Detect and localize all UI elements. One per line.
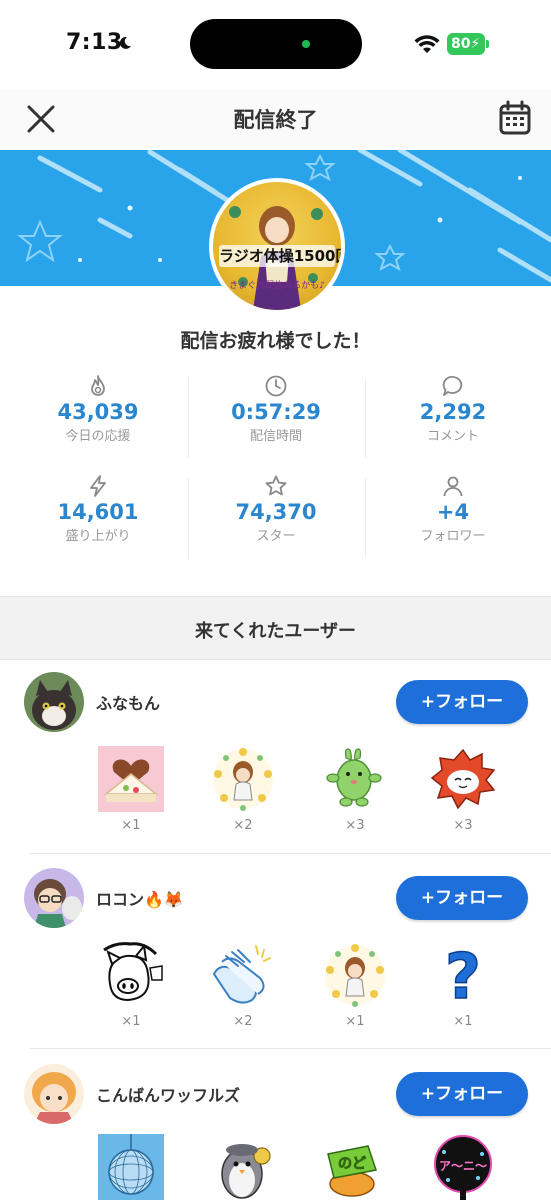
gift-item — [96, 1134, 166, 1200]
character-avatar-icon — [24, 868, 84, 928]
battery-level: 80 — [451, 36, 471, 52]
gift-item: ア〜ニ〜 — [428, 1134, 498, 1200]
follow-button[interactable]: +フォロー — [396, 1072, 528, 1116]
page-title: 配信終了 — [233, 108, 318, 132]
gift-count: ×3 — [453, 818, 473, 833]
clapping-hands-icon — [212, 945, 271, 1004]
gift-item — [208, 1134, 278, 1200]
follow-button[interactable]: +フォロー — [396, 876, 528, 920]
flame-icon — [91, 375, 105, 396]
divider — [30, 853, 551, 854]
user-avatar[interactable] — [24, 1064, 84, 1124]
gift-count: ×1 — [345, 1014, 365, 1029]
cake-heart-icon — [98, 746, 164, 812]
header: 配信終了 — [0, 90, 551, 148]
question-mark-icon: ? — [444, 940, 481, 1010]
battery-indicator: 80⚡ — [447, 33, 485, 55]
calendar-icon[interactable] — [498, 100, 532, 136]
star-icon — [265, 475, 287, 496]
dynamic-island — [190, 19, 362, 69]
gift-count: ×1 — [453, 1014, 473, 1029]
stat-value: +4 — [436, 500, 470, 524]
stream-stats: 43,039 今日の応援 0:57:29 配信時間 2,292 コメント 14,… — [0, 366, 551, 572]
character-wreath-icon — [325, 944, 385, 1007]
clock-icon — [265, 375, 287, 397]
penguin-icon — [221, 1144, 271, 1199]
cat-avatar-icon — [24, 672, 84, 732]
stat-comments: 2,292 コメント — [361, 366, 545, 466]
gift-item: ×3 — [320, 744, 390, 844]
stat-label: フォロワー — [420, 529, 486, 544]
pig-sign-icon — [103, 942, 163, 1002]
lightning-icon — [90, 475, 106, 497]
green-mascot-icon — [326, 748, 382, 807]
gift-count: ×3 — [345, 818, 365, 833]
gift-item: ? ×1 — [428, 940, 498, 1040]
comment-icon — [442, 376, 463, 396]
user-avatar[interactable] — [24, 672, 84, 732]
streamer-avatar: ラジオ体操1500回！ きまぐれ配信あるかも♪ — [209, 178, 345, 314]
divider — [30, 1048, 551, 1049]
red-mascot-icon — [430, 748, 496, 810]
gift-count: ×1 — [121, 818, 141, 833]
gift-item: のど — [320, 1134, 390, 1200]
visitor-item: ふなもん +フォロー ×1 ×2 ×3 ×3 — [0, 660, 551, 854]
gift-item: ×1 — [96, 940, 166, 1040]
gift-item: ×3 — [428, 744, 498, 844]
uchiwa-fan-icon: ア〜ニ〜 — [434, 1135, 492, 1200]
stat-label: 盛り上がり — [65, 529, 131, 544]
user-avatar[interactable] — [24, 868, 84, 928]
thanks-message: 配信お疲れ様でした！ — [180, 330, 371, 352]
stat-label: コメント — [426, 429, 479, 444]
gift-item: ×2 — [208, 940, 278, 1040]
svg-text:?: ? — [445, 940, 481, 1010]
stat-value: 2,292 — [419, 400, 487, 424]
stat-duration: 0:57:29 配信時間 — [184, 366, 368, 466]
camera-indicator — [302, 40, 310, 48]
charging-icon: ⚡ — [470, 36, 481, 52]
user-name: ふなもん — [96, 694, 161, 713]
stat-stars: 74,370 スター — [184, 466, 368, 566]
gift-count: ×1 — [121, 1014, 141, 1029]
stat-label: スター — [256, 529, 296, 544]
nodo-candy-icon: のど — [327, 1145, 377, 1197]
character-wreath-icon — [213, 748, 273, 811]
svg-text:ア〜ニ〜: ア〜ニ〜 — [439, 1159, 487, 1173]
battery-tip — [486, 40, 489, 48]
follow-button[interactable]: +フォロー — [396, 680, 528, 724]
streamer-avatar-image: ラジオ体操1500回！ きまぐれ配信あるかも♪ — [213, 182, 341, 310]
stat-excitement: 14,601 盛り上がり — [6, 466, 190, 566]
gift-count: ×2 — [233, 1014, 253, 1029]
character-avatar-icon — [24, 1064, 84, 1124]
stat-support: 43,039 今日の応援 — [6, 366, 190, 466]
stat-value: 14,601 — [57, 500, 139, 524]
svg-text:のど: のど — [338, 1156, 366, 1172]
disco-ball-icon — [98, 1134, 164, 1200]
streamer-avatar-subcaption: きまぐれ配信あるかも♪ — [229, 281, 325, 291]
gift-item: ×1 — [320, 940, 390, 1040]
person-icon — [443, 476, 463, 497]
status-time: 7:13 — [66, 30, 123, 55]
stat-value: 0:57:29 — [231, 400, 321, 424]
visitor-item: こんばんワッフルズ +フォロー のど ア〜ニ〜 — [0, 1052, 551, 1200]
wifi-icon — [414, 35, 440, 53]
visitors-section-header: 来てくれたユーザー — [0, 596, 551, 660]
gift-count: ×2 — [233, 818, 253, 833]
section-title: 来てくれたユーザー — [194, 621, 357, 642]
streamer-avatar-caption: ラジオ体操1500回！ — [219, 245, 341, 267]
stat-followers: +4 フォロワー — [361, 466, 545, 566]
stat-label: 今日の応援 — [65, 429, 131, 444]
gift-item: ×1 — [96, 744, 166, 844]
status-bar: 7:13 80⚡ — [0, 0, 551, 90]
stat-value: 74,370 — [235, 500, 317, 524]
stat-value: 43,039 — [57, 400, 139, 424]
stat-label: 配信時間 — [249, 429, 302, 444]
gift-item: ×2 — [208, 744, 278, 844]
visitor-item: ロコン🔥🦊 +フォロー ×1 ×2 ×1 ? ×1 — [0, 856, 551, 1049]
user-name: ロコン🔥🦊 — [96, 890, 184, 909]
user-name: こんばんワッフルズ — [96, 1086, 241, 1105]
moon-icon — [119, 36, 131, 49]
